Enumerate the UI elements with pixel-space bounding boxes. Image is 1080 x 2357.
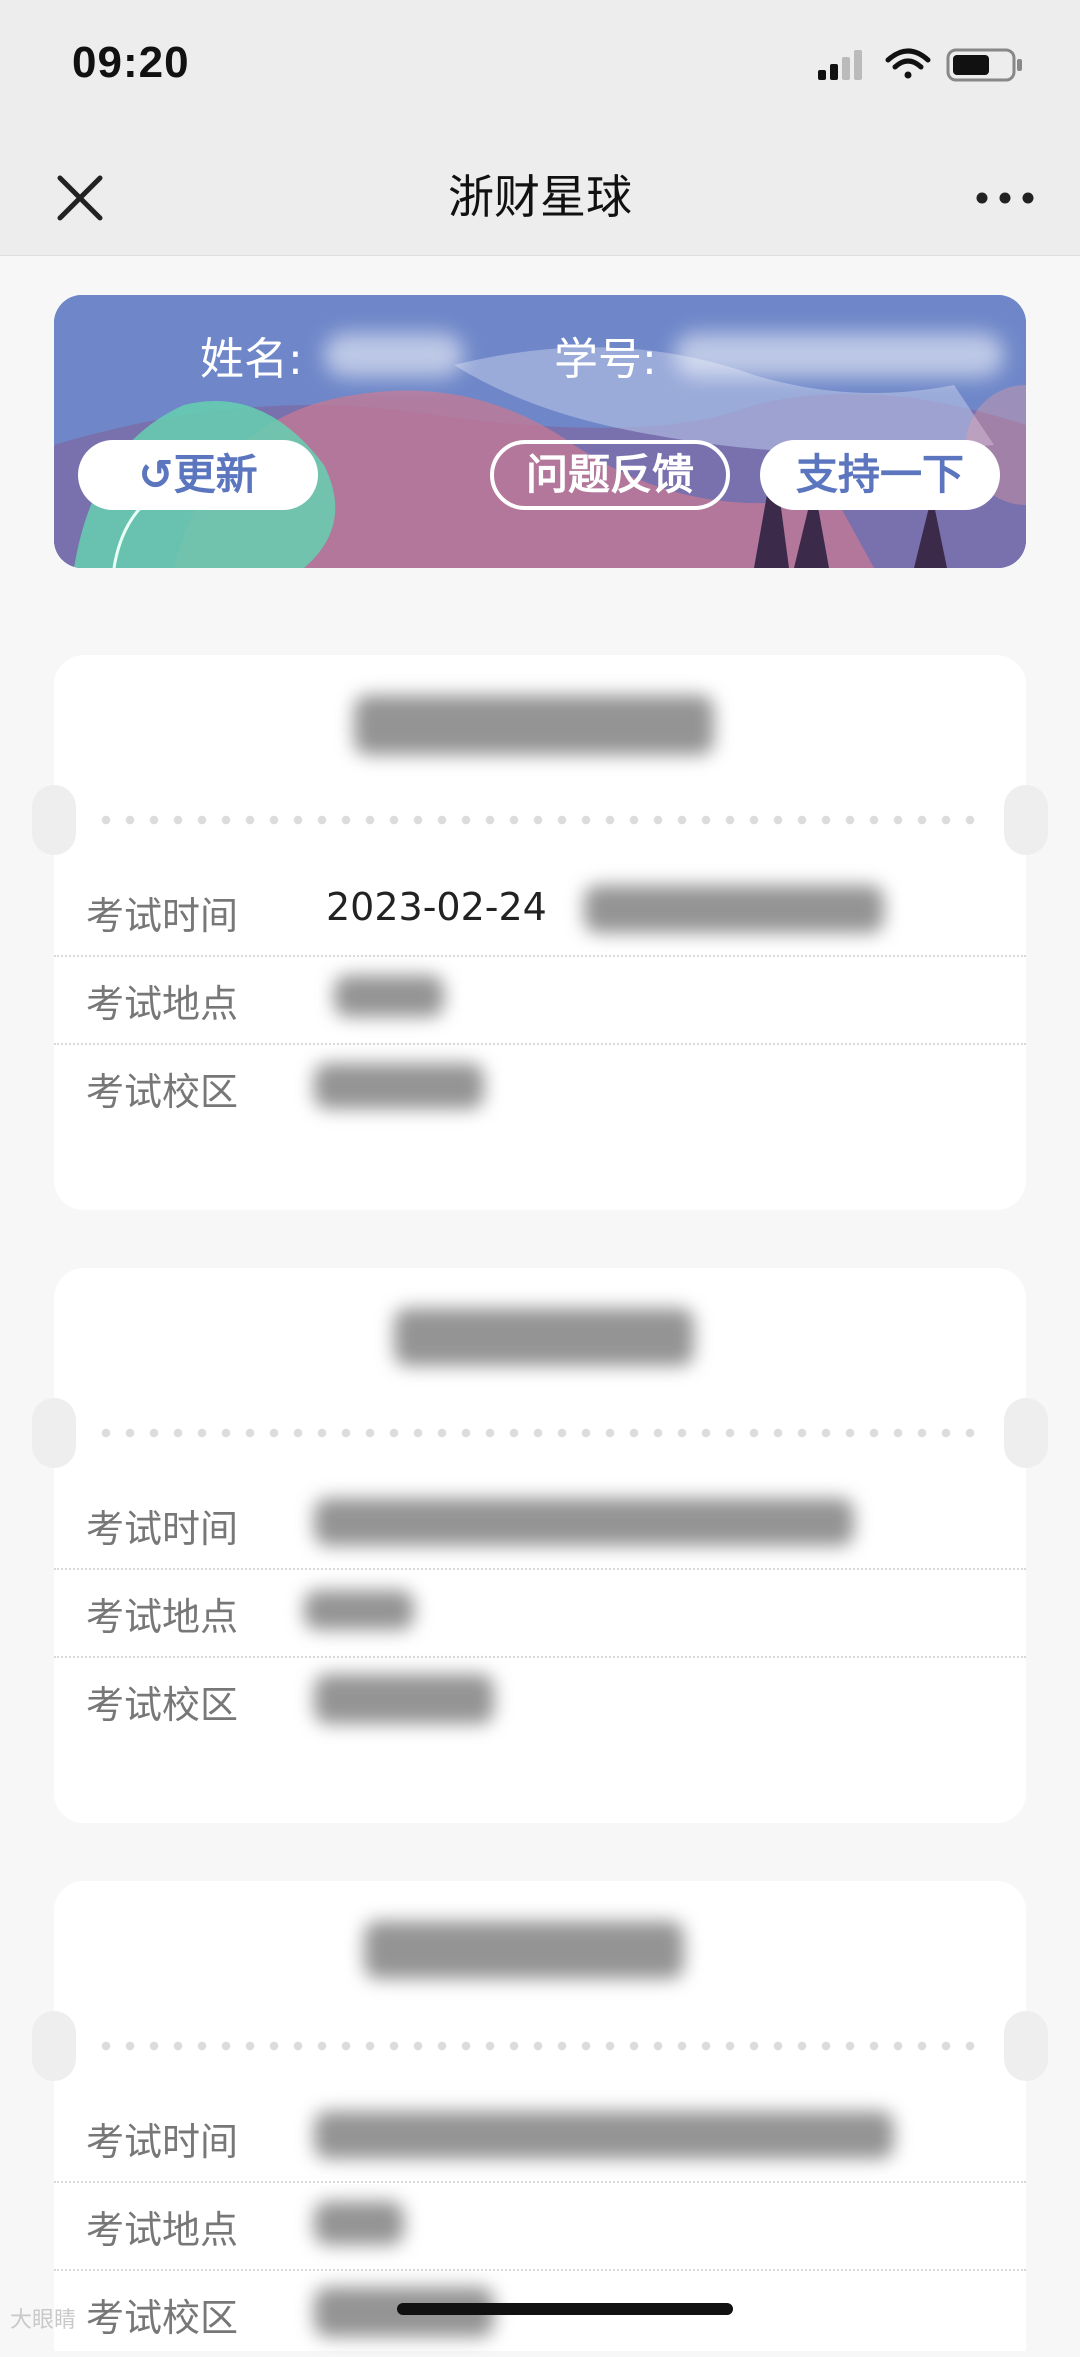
card-notch-right bbox=[1004, 785, 1048, 855]
exam-place-row: 考试地点 bbox=[54, 1568, 1026, 1658]
exam-time-label: 考试时间 bbox=[86, 1507, 239, 1551]
exam-title-redacted bbox=[354, 695, 714, 755]
status-icons bbox=[818, 48, 1022, 82]
card-notch-left bbox=[32, 785, 76, 855]
exam-title-redacted bbox=[364, 1921, 684, 1979]
profile-banner: 姓名: 学号: ↺更新 问题反馈 支持一下 bbox=[54, 295, 1026, 568]
exam-campus-redacted bbox=[314, 1674, 494, 1724]
refresh-button[interactable]: ↺更新 bbox=[78, 440, 318, 510]
exam-card: 考试时间 考试地点 考试校区 bbox=[32, 1268, 1048, 1823]
signal-icon bbox=[818, 50, 862, 80]
student-id-redacted bbox=[674, 333, 1004, 377]
exam-time-redacted bbox=[314, 2111, 894, 2159]
battery-icon bbox=[946, 48, 1022, 82]
exam-place-row: 考试地点 bbox=[54, 955, 1026, 1045]
card-notch-right bbox=[1004, 1398, 1048, 1468]
more-icon[interactable] bbox=[970, 168, 1040, 228]
page-title: 浙财星球 bbox=[448, 170, 632, 224]
exam-time-label: 考试时间 bbox=[86, 894, 239, 938]
dotted-divider bbox=[94, 1428, 986, 1438]
card-notch-left bbox=[32, 2011, 76, 2081]
status-time: 09:20 bbox=[72, 38, 190, 87]
dotted-divider bbox=[94, 815, 986, 825]
exam-time-redacted bbox=[584, 885, 884, 933]
exam-place-redacted bbox=[304, 1590, 414, 1630]
exam-campus-redacted bbox=[314, 1063, 484, 1109]
exam-time-row: 考试时间 bbox=[54, 2093, 1026, 2183]
exam-time-row: 考试时间 bbox=[54, 1480, 1026, 1570]
exam-campus-row: 考试校区 bbox=[54, 1656, 1026, 1744]
name-label: 姓名: bbox=[200, 334, 303, 385]
exam-time-redacted bbox=[314, 1498, 854, 1546]
nav-bar: 浙财星球 bbox=[0, 140, 1080, 256]
exam-card: 考试时间 2023-02-24 考试地点 考试校区 bbox=[32, 655, 1048, 1210]
home-indicator[interactable] bbox=[397, 2303, 733, 2315]
exam-title-redacted bbox=[394, 1308, 694, 1366]
exam-time-label: 考试时间 bbox=[86, 2120, 239, 2164]
exam-place-label: 考试地点 bbox=[86, 1595, 239, 1639]
exam-time-row: 考试时间 2023-02-24 bbox=[54, 867, 1026, 957]
exam-campus-label: 考试校区 bbox=[86, 2296, 239, 2340]
exam-place-label: 考试地点 bbox=[86, 982, 239, 1026]
exam-place-label: 考试地点 bbox=[86, 2208, 239, 2252]
dotted-divider bbox=[94, 2041, 986, 2051]
exam-time-value: 2023-02-24 bbox=[326, 885, 547, 929]
wifi-icon bbox=[885, 48, 931, 79]
exam-campus-label: 考试校区 bbox=[86, 1070, 239, 1114]
name-redacted bbox=[324, 333, 464, 377]
status-bar: 09:20 bbox=[0, 0, 1080, 140]
exam-place-redacted bbox=[314, 2201, 404, 2245]
exam-card: 考试时间 考试地点 考试校区 bbox=[32, 1881, 1048, 2351]
exam-place-redacted bbox=[334, 975, 444, 1017]
exam-campus-row: 考试校区 bbox=[54, 1043, 1026, 1131]
card-notch-left bbox=[32, 1398, 76, 1468]
exam-place-row: 考试地点 bbox=[54, 2181, 1026, 2271]
support-button[interactable]: 支持一下 bbox=[760, 440, 1000, 510]
watermark: 大眼睛 bbox=[10, 2308, 77, 2333]
card-notch-right bbox=[1004, 2011, 1048, 2081]
feedback-button[interactable]: 问题反馈 bbox=[490, 440, 730, 510]
student-id-label: 学号: bbox=[554, 334, 657, 385]
exam-campus-label: 考试校区 bbox=[86, 1683, 239, 1727]
